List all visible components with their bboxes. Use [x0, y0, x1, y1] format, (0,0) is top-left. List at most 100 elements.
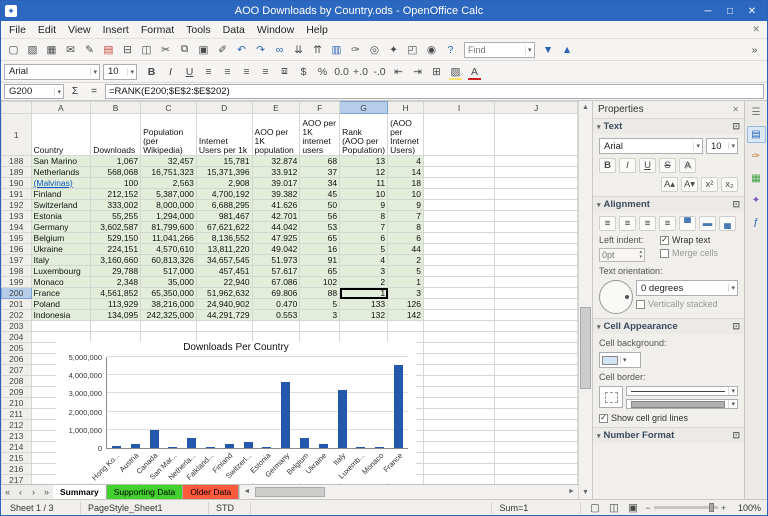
cell-H202[interactable]: 142: [387, 309, 424, 321]
cell-I202[interactable]: [422, 309, 496, 321]
cell-I215[interactable]: [422, 452, 496, 464]
row-header-210[interactable]: 210: [1, 397, 32, 409]
cell-G199[interactable]: 2: [339, 276, 389, 288]
chevron-down-icon[interactable]: ▾: [127, 67, 136, 76]
cell-E189[interactable]: 33.912: [251, 166, 301, 178]
cell-I211[interactable]: [422, 408, 496, 420]
cell-F194[interactable]: 53: [299, 221, 341, 233]
cell-A188[interactable]: San Marino: [30, 155, 92, 167]
cell-C194[interactable]: 81,799,600: [140, 221, 197, 233]
sidebar-close-icon[interactable]: ✕: [732, 105, 739, 114]
column-header-B[interactable]: B: [90, 101, 142, 114]
export-pdf-icon[interactable]: ▤: [99, 41, 118, 59]
menu-help[interactable]: Help: [300, 23, 334, 37]
cell-I198[interactable]: [422, 265, 496, 277]
cell-B191[interactable]: 212,152: [90, 188, 142, 200]
cell-B203[interactable]: [90, 320, 142, 332]
cell-J203[interactable]: [494, 320, 578, 332]
redo-icon[interactable]: ↷: [251, 41, 270, 59]
row-header-203[interactable]: 203: [1, 320, 32, 332]
merge-cells-icon[interactable]: ⧈: [275, 63, 294, 81]
alignment-dialog-launcher-icon[interactable]: ⊡: [732, 199, 740, 210]
cell-G195[interactable]: 6: [339, 232, 389, 244]
navigator-icon[interactable]: ✦: [384, 41, 403, 59]
align-left-icon[interactable]: ≡: [199, 63, 218, 81]
font-size-combo[interactable]: 10 ▾: [103, 63, 137, 80]
row-header-191[interactable]: 191: [1, 188, 32, 200]
cell-J196[interactable]: [494, 243, 578, 255]
cell-H195[interactable]: 6: [387, 232, 424, 244]
cell-I192[interactable]: [422, 199, 496, 211]
cell-J211[interactable]: [494, 408, 578, 420]
cell-A192[interactable]: Switzerland: [30, 199, 92, 211]
row-header-206[interactable]: 206: [1, 353, 32, 365]
cell-E193[interactable]: 42.701: [251, 210, 301, 222]
row-header-194[interactable]: 194: [1, 221, 32, 233]
cell-I203[interactable]: [422, 320, 496, 332]
multi-page-view-icon[interactable]: ◫: [604, 499, 623, 516]
row-header-216[interactable]: 216: [1, 463, 32, 475]
cell-C197[interactable]: 60,813,326: [140, 254, 197, 266]
cell-D199[interactable]: 22,940: [195, 276, 253, 288]
select-all-corner[interactable]: [1, 101, 32, 114]
cell-I208[interactable]: [422, 375, 496, 387]
cell-E192[interactable]: 41.626: [251, 199, 301, 211]
cell-A194[interactable]: Germany: [30, 221, 92, 233]
column-header-E[interactable]: E: [251, 101, 301, 114]
shadow-icon[interactable]: A: [679, 158, 696, 173]
bold-icon[interactable]: B: [599, 158, 616, 173]
next-sheet-icon[interactable]: ›: [27, 485, 40, 499]
scroll-right-icon[interactable]: ►: [565, 485, 578, 499]
row-header-208[interactable]: 208: [1, 375, 32, 387]
italic-icon[interactable]: I: [619, 158, 636, 173]
single-page-view-icon[interactable]: ▢: [585, 499, 604, 516]
cell-D197[interactable]: 34,657,545: [195, 254, 253, 266]
cell-J206[interactable]: [494, 353, 578, 365]
percent-icon[interactable]: %: [313, 63, 332, 81]
find-input[interactable]: [465, 44, 525, 55]
minimize-button[interactable]: ─: [697, 6, 719, 17]
cell-F200[interactable]: 88: [299, 287, 341, 299]
cell-J215[interactable]: [494, 452, 578, 464]
currency-icon[interactable]: $: [294, 63, 313, 81]
subscript-icon[interactable]: x₂: [721, 177, 738, 192]
column-header-I[interactable]: I: [422, 101, 496, 114]
cell-I212[interactable]: [422, 419, 496, 431]
cut-icon[interactable]: ✂: [156, 41, 175, 59]
find-previous-icon[interactable]: ▲: [558, 41, 577, 59]
zoom-slider[interactable]: [653, 503, 718, 512]
cell-I194[interactable]: [422, 221, 496, 233]
cell-H196[interactable]: 44: [387, 243, 424, 255]
cell-C203[interactable]: [140, 320, 197, 332]
decrease-indent-icon[interactable]: ⇤: [389, 63, 408, 81]
sheet-tab-supporting-data[interactable]: Supporting Data: [106, 485, 184, 499]
properties-tab-icon[interactable]: ▤: [746, 126, 766, 143]
align-justify-icon[interactable]: ≡: [659, 216, 676, 231]
cell-I189[interactable]: [422, 166, 496, 178]
align-right-icon[interactable]: ≡: [639, 216, 656, 231]
menu-edit[interactable]: Edit: [32, 23, 62, 37]
cell-E203[interactable]: [251, 320, 301, 332]
cell-E202[interactable]: 0.553: [251, 309, 301, 321]
orientation-combo[interactable]: 0 degrees ▾: [636, 280, 738, 296]
cell-H1[interactable]: (AOO per Internet Users): [387, 113, 424, 156]
column-header-F[interactable]: F: [299, 101, 341, 114]
cell-J194[interactable]: [494, 221, 578, 233]
menu-tools[interactable]: Tools: [180, 23, 217, 37]
cell-D194[interactable]: 67,621,622: [195, 221, 253, 233]
cell-C190[interactable]: 2,563: [140, 177, 197, 189]
cell-A190[interactable]: (Malvinas): [30, 177, 92, 189]
border-line-color-combo[interactable]: ▾: [626, 399, 738, 409]
cell-H200[interactable]: 3: [387, 287, 424, 299]
cell-E198[interactable]: 57.617: [251, 265, 301, 277]
increase-font-size-icon[interactable]: A▴: [661, 177, 678, 192]
cell-E197[interactable]: 51.973: [251, 254, 301, 266]
zoom-out-icon[interactable]: −: [645, 503, 650, 513]
row-header-201[interactable]: 201: [1, 298, 32, 310]
cell-E191[interactable]: 39.382: [251, 188, 301, 200]
row-header-196[interactable]: 196: [1, 243, 32, 255]
menu-data[interactable]: Data: [217, 23, 251, 37]
find-next-icon[interactable]: ▼: [539, 41, 558, 59]
email-icon[interactable]: ✉: [61, 41, 80, 59]
cell-B189[interactable]: 568,068: [90, 166, 142, 178]
